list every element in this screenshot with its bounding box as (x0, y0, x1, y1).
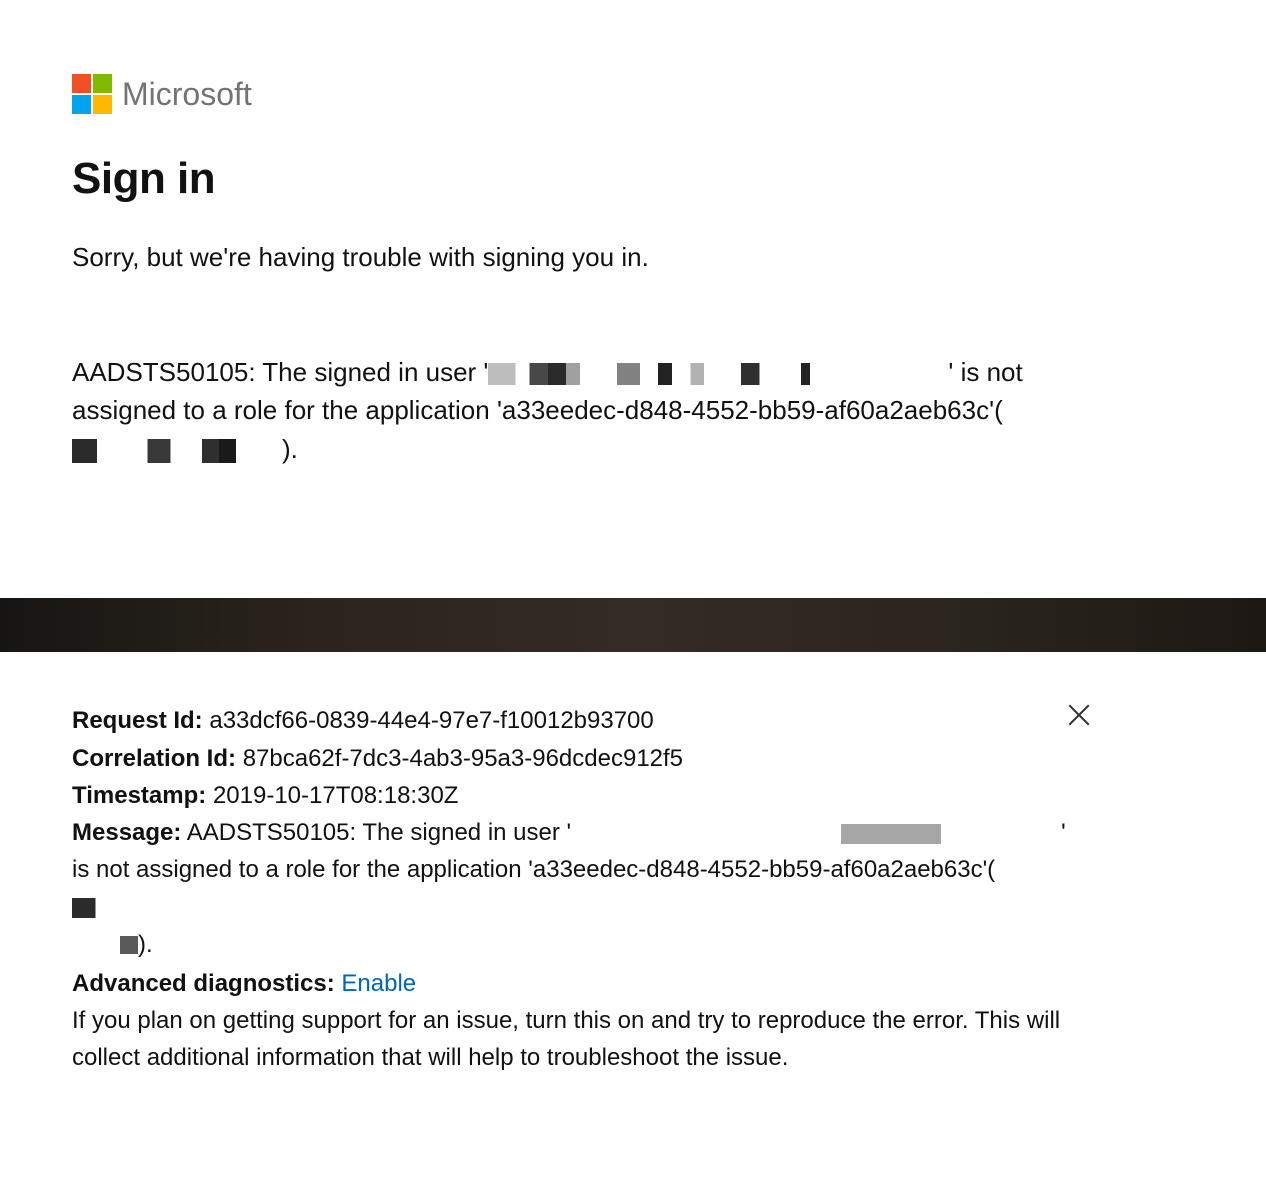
correlation-id-label: Correlation Id: (72, 745, 236, 772)
message-prefix: AADSTS50105: The signed in user ' (187, 819, 571, 846)
redacted-user (488, 363, 948, 385)
close-icon (1066, 702, 1092, 728)
background-band (0, 598, 1266, 652)
page-title: Sign in (72, 154, 1194, 204)
timestamp-row: Timestamp: 2019-10-17T08:18:30Z (72, 777, 1194, 814)
close-button[interactable] (1066, 702, 1092, 728)
error-app-id: a33eedec-d848-4552-bb59-af60a2aeb63c (502, 395, 989, 425)
redacted-user-2 (841, 824, 941, 844)
advanced-diagnostics-row: Advanced diagnostics: Enable (72, 965, 1194, 1002)
request-id-label: Request Id: (72, 707, 203, 734)
redacted-app-name (72, 439, 282, 463)
request-id-row: Request Id: a33dcf66-0839-44e4-97e7-f100… (72, 702, 1194, 739)
redacted-tail (120, 936, 138, 954)
correlation-id-value: 87bca62f-7dc3-4ab3-95a3-96dcdec912f5 (243, 745, 683, 772)
error-suffix: ). (282, 434, 298, 464)
timestamp-label: Timestamp: (72, 782, 206, 809)
error-prefix: AADSTS50105: The signed in user ' (72, 357, 488, 387)
error-mid2: '( (989, 395, 1003, 425)
message-label: Message: (72, 819, 181, 846)
error-message: AADSTS50105: The signed in user '' is no… (72, 353, 1072, 468)
microsoft-logo-icon (72, 74, 112, 114)
redacted-app-name-2 (72, 898, 202, 918)
microsoft-logo-text: Microsoft (122, 76, 252, 113)
advanced-diagnostics-label: Advanced diagnostics: (72, 970, 335, 997)
timestamp-value: 2019-10-17T08:18:30Z (213, 782, 459, 809)
message-suffix: ). (138, 931, 153, 958)
request-id-value: a33dcf66-0839-44e4-97e7-f10012b93700 (209, 707, 653, 734)
microsoft-logo: Microsoft (72, 74, 1194, 114)
message-mid2: '( (983, 856, 996, 883)
correlation-id-row: Correlation Id: 87bca62f-7dc3-4ab3-95a3-… (72, 740, 1194, 777)
message-row-tail: ). (120, 926, 1130, 963)
enable-diagnostics-link[interactable]: Enable (341, 970, 416, 997)
message-row: Message: AADSTS50105: The signed in user… (72, 814, 1082, 926)
diagnostics-help-text: If you plan on getting support for an is… (72, 1002, 1082, 1076)
message-app-id: a33eedec-d848-4552-bb59-af60a2aeb63c (533, 856, 983, 883)
signin-trouble-text: Sorry, but we're having trouble with sig… (72, 242, 1194, 273)
